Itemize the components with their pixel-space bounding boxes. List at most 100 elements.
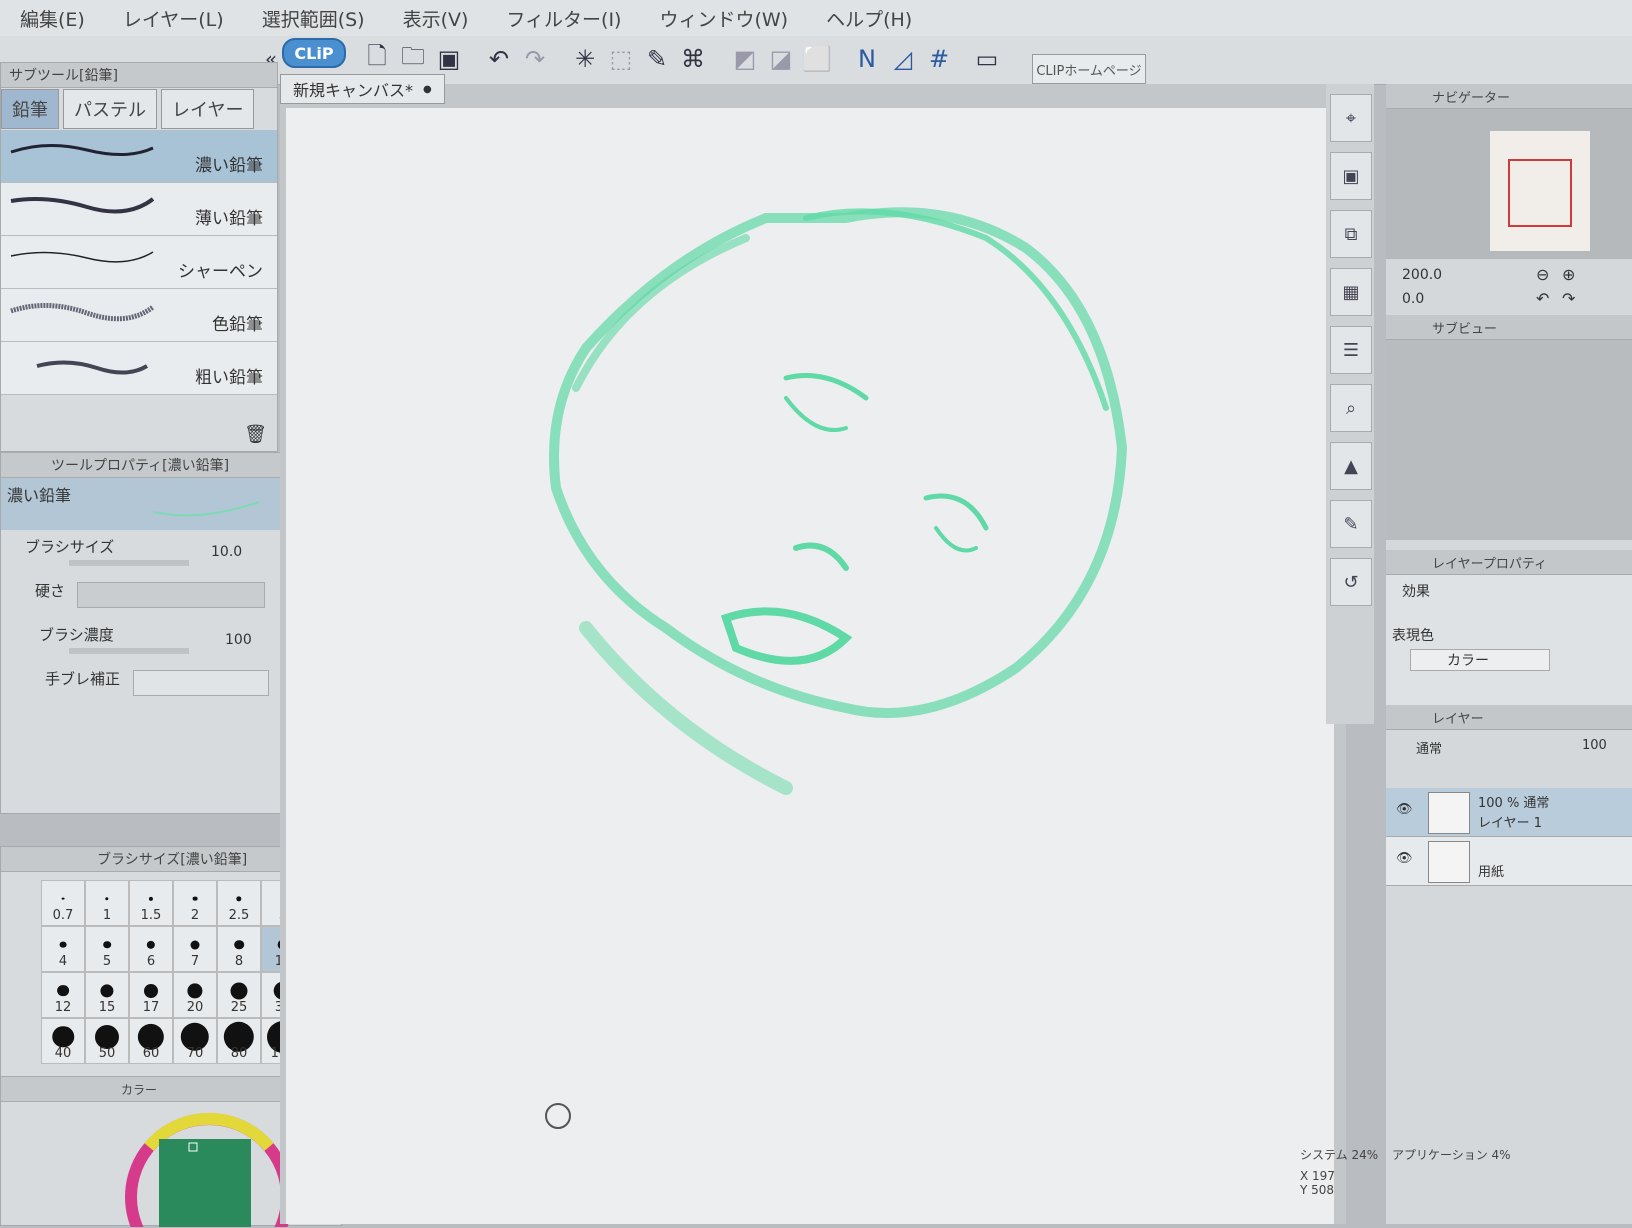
brush-size-cell[interactable]: 17 [129, 972, 173, 1018]
open-folder-icon[interactable]: 🗀 [398, 42, 428, 74]
tab-pastel[interactable]: パステル [63, 89, 157, 129]
pen-dock-icon[interactable]: ✎ [1330, 500, 1372, 548]
brush-size-cell[interactable]: 5 [85, 926, 129, 972]
clear-icon[interactable]: ◩ [730, 44, 760, 74]
brush-rough-pencil[interactable]: 粗い鉛筆 [1, 342, 277, 395]
screen-icon[interactable]: ▭ [972, 44, 1002, 74]
stabilizer-row[interactable]: 手ブレ補正 [1, 662, 305, 706]
stabilizer-slider[interactable] [133, 670, 269, 696]
brush-size-cell[interactable]: 20 [173, 972, 217, 1018]
menu-view[interactable]: 表示(V) [403, 5, 469, 32]
image-dock-icon[interactable]: ▲ [1330, 442, 1372, 490]
search-dock-icon[interactable]: ⌕ [1330, 384, 1372, 432]
navigator-view[interactable] [1386, 109, 1632, 259]
angle-value[interactable]: 0.0 [1402, 291, 1424, 307]
brush-size-cell[interactable]: 6 [129, 926, 173, 972]
menu-help[interactable]: ヘルプ(H) [826, 5, 912, 32]
transform-icon[interactable]: ⌘ [678, 44, 708, 74]
zoom-in-icon[interactable]: ⊕ [1562, 265, 1575, 284]
new-file-icon[interactable]: 🗋 [362, 42, 392, 74]
blend-mode-select[interactable]: 通常 [1416, 738, 1442, 757]
tab-layer[interactable]: レイヤー [161, 89, 255, 129]
tab-pencil[interactable]: 鉛筆 [1, 89, 59, 129]
menu-selection[interactable]: 選択範囲(S) [262, 5, 365, 32]
layer-row[interactable]: 👁 100 % 通常 レイヤー 1 [1386, 788, 1632, 837]
brush-size-cell[interactable]: 15 [85, 972, 129, 1018]
brush-size-cell[interactable]: 1 [85, 880, 129, 926]
brush-size-cell[interactable]: 1.5 [129, 880, 173, 926]
density-row[interactable]: ブラシ濃度 100 [1, 618, 305, 662]
crop-icon[interactable]: ⬚ [606, 44, 636, 74]
size-label: 7 [190, 954, 200, 969]
brush-size-cell[interactable]: 4 [41, 926, 85, 972]
brush-size-slider[interactable] [69, 560, 189, 566]
eye-icon[interactable]: 👁 [1396, 802, 1413, 817]
brush-size-cell[interactable]: 0.7 [41, 880, 85, 926]
clip-logo[interactable]: CLiP [282, 38, 346, 68]
undo-icon[interactable]: ↶ [484, 44, 514, 74]
brush-size-cell[interactable]: 2 [173, 880, 217, 926]
menu-layer[interactable]: レイヤー(L) [123, 5, 224, 32]
hardness-slider[interactable] [77, 582, 265, 608]
rotate-left-icon[interactable]: ↶ [1536, 289, 1549, 308]
brush-size-cell[interactable]: 80 [217, 1018, 261, 1064]
home-page-button[interactable]: CLIPホームページ [1032, 54, 1146, 84]
hardness-row[interactable]: 硬さ [1, 574, 305, 618]
brush-size-row[interactable]: ブラシサイズ 10.0 [1, 530, 305, 574]
brush-size-cell[interactable]: 8 [217, 926, 261, 972]
fill-icon[interactable]: ◪ [766, 44, 796, 74]
layer-dock-icon[interactable]: ⧉ [1330, 210, 1372, 258]
subview-area[interactable] [1386, 340, 1632, 540]
brush-dark-pencil[interactable]: 濃い鉛筆 [1, 130, 277, 183]
select-icon[interactable]: ⬜ [802, 44, 832, 74]
view-frame [1508, 159, 1572, 227]
canvas-tab[interactable]: 新規キャンバス* ● [280, 74, 445, 104]
layer-row[interactable]: 👁 用紙 [1386, 837, 1632, 886]
zoom-value[interactable]: 200.0 [1402, 267, 1442, 283]
cursor-y: Y 508 [1300, 1183, 1335, 1197]
grid-icon[interactable]: # [924, 44, 954, 74]
snap-icon[interactable]: ◿ [888, 44, 918, 74]
preset-name: 濃い鉛筆 [7, 486, 72, 505]
brush-size-cell[interactable]: 12 [41, 972, 85, 1018]
drawing-canvas[interactable] [286, 108, 1334, 1224]
navigator-dock-icon[interactable]: ⌖ [1330, 94, 1372, 142]
brush-mechanical-pencil[interactable]: シャーペン [1, 236, 277, 289]
brush-size-cell[interactable]: 50 [85, 1018, 129, 1064]
brush-size-cell[interactable]: 7 [173, 926, 217, 972]
density-slider[interactable] [69, 648, 189, 654]
menu-window[interactable]: ウィンドウ(W) [659, 5, 788, 32]
rotate-right-icon[interactable]: ↷ [1562, 289, 1575, 308]
color-wheel[interactable] [119, 1107, 299, 1227]
redo-icon[interactable]: ↷ [520, 44, 550, 74]
brush-size-cell[interactable]: 40 [41, 1018, 85, 1064]
loading-icon[interactable]: ✳ [570, 44, 600, 74]
pen-icon[interactable]: ✎ [642, 44, 672, 74]
size-label: 4 [58, 954, 68, 969]
expression-select[interactable]: カラー [1410, 649, 1550, 671]
brush-size-cell[interactable]: 25 [217, 972, 261, 1018]
brush-size-cell[interactable]: 60 [129, 1018, 173, 1064]
ruler-icon[interactable]: N [852, 44, 882, 74]
menu-filter[interactable]: フィルター(I) [506, 5, 621, 32]
brush-size-cell[interactable]: 2.5 [217, 880, 261, 926]
size-label: 1 [102, 908, 112, 923]
material-dock-icon[interactable]: ▦ [1330, 268, 1372, 316]
subview-dock-icon[interactable]: ▣ [1330, 152, 1372, 200]
trash-icon[interactable]: 🗑 [244, 424, 267, 445]
cursor-x: X 197 [1300, 1169, 1335, 1183]
size-dot-icon [105, 896, 109, 901]
eye-icon[interactable]: 👁 [1396, 851, 1413, 866]
property-dock-icon[interactable]: ☰ [1330, 326, 1372, 374]
brush-size-cell[interactable]: 70 [173, 1018, 217, 1064]
menu-edit[interactable]: 編集(E) [20, 5, 85, 32]
brush-light-pencil[interactable]: 薄い鉛筆 [1, 183, 277, 236]
opacity-value[interactable]: 100 [1582, 738, 1607, 753]
history-dock-icon[interactable]: ↺ [1330, 558, 1372, 606]
size-dot-icon [230, 982, 248, 1000]
size-label: 6 [146, 954, 156, 969]
save-icon[interactable]: ▣ [434, 44, 464, 74]
zoom-out-icon[interactable]: ⊖ [1536, 265, 1549, 284]
brush-color-pencil[interactable]: 色鉛筆 [1, 289, 277, 342]
size-dot-icon [146, 940, 156, 949]
